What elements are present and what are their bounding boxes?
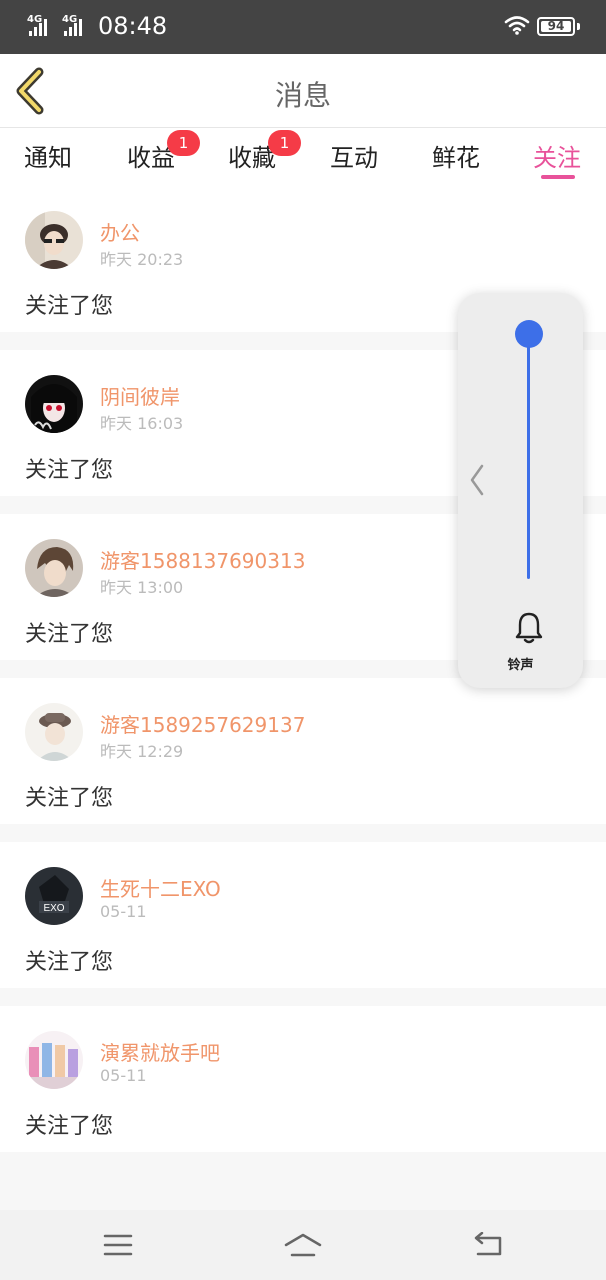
menu-button[interactable] (98, 1228, 138, 1262)
volume-slider-track[interactable] (527, 333, 530, 579)
tab-label: 关注 (533, 144, 581, 172)
avatar[interactable] (25, 703, 83, 761)
action-text: 关注了您 (25, 622, 114, 647)
bell-icon (515, 612, 543, 644)
navigation-bar (0, 1210, 606, 1280)
timestamp: 昨天 12:29 (100, 742, 184, 761)
action-text: 关注了您 (25, 950, 114, 975)
tab-earnings[interactable]: 收益 1 (127, 130, 200, 173)
battery-icon: 94 (537, 17, 575, 36)
tab-label: 鲜花 (432, 144, 480, 172)
avatar[interactable] (25, 1031, 83, 1089)
header: 消息 (0, 54, 606, 128)
status-bar: 4G 4G 08:48 94 (0, 0, 606, 54)
chevron-left-icon[interactable] (468, 463, 486, 497)
timestamp: 昨天 13:00 (100, 578, 184, 597)
home-button[interactable] (283, 1228, 323, 1262)
avatar[interactable]: EXO (25, 867, 83, 925)
signal-icon (29, 18, 47, 36)
avatar[interactable] (25, 211, 83, 269)
back-button[interactable] (468, 1228, 508, 1262)
action-text: 关注了您 (25, 1114, 114, 1139)
signal-icon (64, 18, 82, 36)
username[interactable]: 阴间彼岸 (100, 381, 180, 410)
back-icon (474, 1232, 502, 1256)
clock: 08:48 (98, 12, 168, 40)
timestamp: 05-11 (100, 1066, 147, 1085)
username[interactable]: 游客1588137690313 (100, 545, 305, 574)
action-text: 关注了您 (25, 294, 114, 319)
tab-flowers[interactable]: 鲜花 (432, 138, 480, 173)
timestamp: 昨天 16:03 (100, 414, 184, 433)
battery-tip (577, 23, 580, 30)
tab-following[interactable]: 关注 (533, 138, 581, 173)
avatar[interactable] (25, 539, 83, 597)
unread-badge: 1 (268, 130, 301, 156)
wifi-icon (504, 16, 530, 35)
username[interactable]: 生死十二EXO (100, 873, 221, 902)
username[interactable]: 办公 (100, 217, 140, 246)
list-item[interactable]: 演累就放手吧 05-11 关注了您 (0, 1006, 606, 1152)
volume-label: 铃声 (507, 658, 534, 673)
unread-badge: 1 (167, 130, 200, 156)
tab-notifications[interactable]: 通知 (24, 138, 72, 173)
timestamp: 昨天 20:23 (100, 250, 184, 269)
volume-panel: 铃声 (458, 293, 583, 688)
avatar[interactable] (25, 375, 83, 433)
action-text: 关注了您 (25, 458, 114, 483)
volume-slider-handle[interactable] (515, 320, 543, 348)
menu-icon (103, 1234, 133, 1256)
active-tab-indicator (541, 175, 575, 179)
tab-interactions[interactable]: 互动 (330, 138, 378, 173)
tab-bar: 通知 收益 1 收藏 1 互动 鲜花 关注 (0, 128, 606, 186)
timestamp: 05-11 (100, 902, 147, 921)
list-item[interactable]: 游客1589257629137 昨天 12:29 关注了您 (0, 678, 606, 824)
home-icon (284, 1233, 322, 1257)
tab-label: 通知 (24, 144, 72, 172)
battery-level: 94 (547, 19, 565, 33)
tab-favorites[interactable]: 收藏 1 (228, 130, 301, 173)
tab-label: 互动 (330, 144, 378, 172)
page-title: 消息 (274, 79, 331, 112)
list-item[interactable]: EXO 生死十二EXO 05-11 关注了您 (0, 842, 606, 988)
action-text: 关注了您 (25, 786, 114, 811)
svg-text:EXO: EXO (43, 903, 64, 914)
username[interactable]: 演累就放手吧 (100, 1037, 220, 1066)
username[interactable]: 游客1589257629137 (100, 709, 305, 738)
